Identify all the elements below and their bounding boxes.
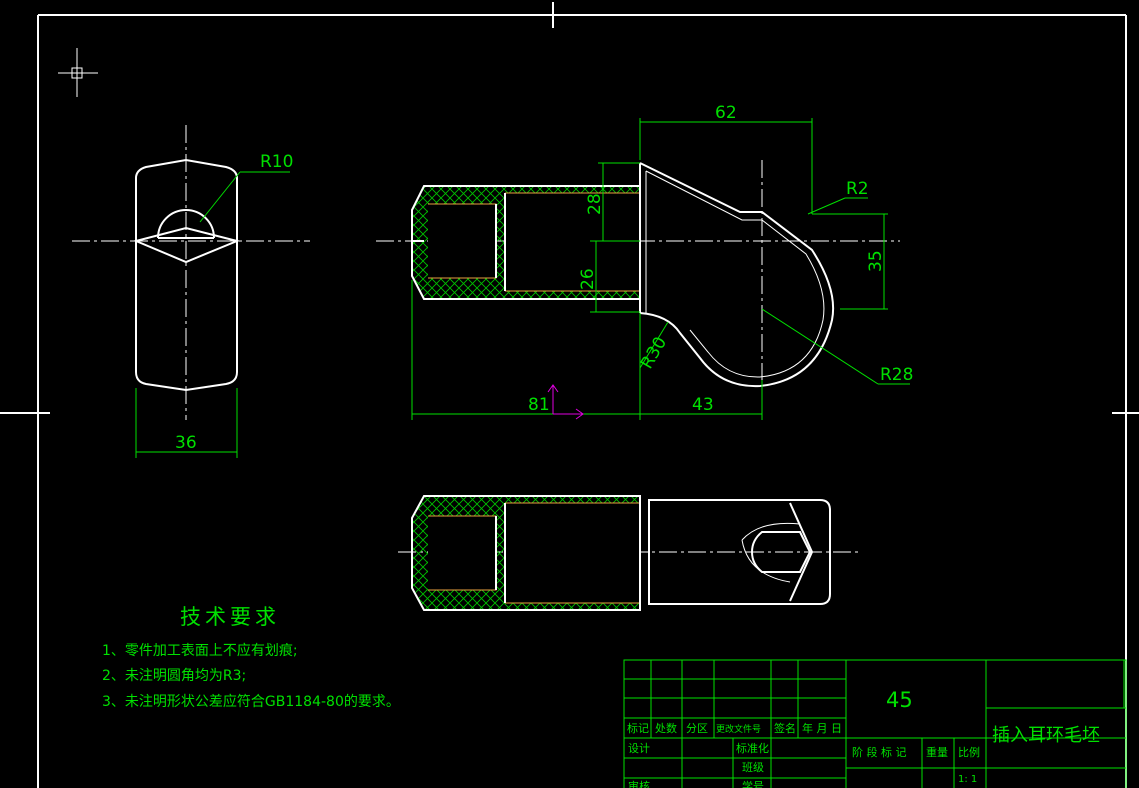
dim-62-label: 62 [715, 103, 737, 123]
tb-weight: 重量 [926, 745, 948, 759]
front-view: 62 R2 28 26 35 R30 R28 81 43 [376, 103, 913, 420]
dim-28-label: 28 [585, 193, 605, 215]
tb-stage-mark: 阶 段 标 记 [852, 745, 907, 759]
crosshair-cursor-icon [58, 48, 98, 97]
tb-part-name: 插入耳环毛坯 [992, 725, 1100, 746]
tech-req-title: 技术要求 [180, 605, 280, 629]
tech-req-item-2: 2、未注明圆角均为R3; [102, 668, 246, 684]
tb-scale: 比例 [958, 745, 980, 759]
tb-signature: 签名 [774, 721, 796, 735]
tech-req-item-3: 3、未注明形状公差应符合GB1184-80的要求。 [102, 693, 400, 710]
tech-req-item-1: 1、零件加工表面上不应有划痕; [102, 642, 298, 659]
dim-36-label: 36 [175, 433, 197, 453]
tb-student-no: 学号 [742, 779, 764, 788]
dim-r28-label: R28 [880, 365, 913, 385]
dim-r2-label: R2 [846, 179, 869, 199]
left-side-view: R10 36 [72, 125, 310, 458]
tb-zone: 分区 [686, 722, 708, 735]
dim-81-label: 81 [528, 395, 550, 415]
technical-requirements: 技术要求 1、零件加工表面上不应有划痕; 2、未注明圆角均为R3; 3、未注明形… [102, 605, 400, 710]
tb-count: 处数 [655, 722, 677, 735]
tb-standardize: 标准化 [736, 741, 769, 755]
cad-drawing: R10 36 62 R2 28 26 35 R30 R28 81 43 技术要求… [0, 2, 1139, 788]
tb-mark: 标记 [627, 721, 649, 735]
dim-26-label: 26 [578, 268, 598, 290]
ucs-axis-icon [547, 384, 584, 420]
dim-r30-label: R30 [637, 334, 671, 373]
tb-design: 设计 [628, 742, 650, 755]
dim-43-label: 43 [692, 395, 714, 415]
tb-change-doc: 更改文件号 [716, 723, 761, 735]
tb-scale-value: 1: 1 [958, 774, 977, 785]
tb-class: 班级 [742, 761, 764, 774]
dim-r10-label: R10 [260, 152, 293, 172]
title-block: 标记 处数 分区 更改文件号 签名 年 月 日 设计 标准化 班级 学号 审核 … [623, 659, 1127, 788]
tb-review: 审核 [628, 779, 650, 788]
tb-material: 45 [886, 688, 913, 712]
tb-date: 年 月 日 [802, 721, 842, 735]
top-view [398, 495, 858, 611]
dim-35-label: 35 [866, 250, 886, 272]
